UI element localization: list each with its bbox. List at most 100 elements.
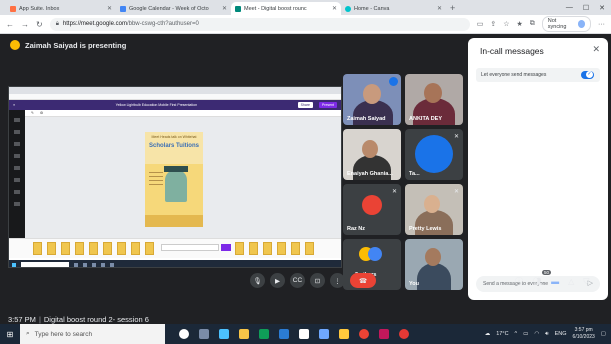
- participant-name: Raz Nz: [347, 226, 366, 232]
- participant-tile[interactable]: Zaimah Saiyad: [343, 74, 401, 125]
- chevron-up-icon[interactable]: ^: [515, 331, 518, 337]
- collections-icon[interactable]: ⧉: [530, 20, 535, 28]
- call-controls: 🎙︎ ▶ CC ⊡ ⋮ ☎: [250, 273, 376, 288]
- participant-tile[interactable]: Enaiyah Ghania...: [343, 129, 401, 180]
- back-icon[interactable]: ←: [6, 20, 14, 29]
- tab-meet[interactable]: Meet - Digital boost rounc ✕: [231, 2, 341, 15]
- meet-icon: [235, 5, 241, 12]
- more-menu-icon[interactable]: ···: [598, 21, 605, 28]
- edge-icon[interactable]: [219, 329, 229, 339]
- close-icon[interactable]: ✕: [332, 5, 337, 12]
- wifi-icon[interactable]: ◠: [534, 331, 539, 337]
- address-bar-row: ← → ↻ 🔒︎ https://meet.google.com/bbw-csw…: [0, 15, 611, 34]
- close-window-icon[interactable]: ✕: [599, 4, 605, 12]
- url-path: /bbw-cswg-cth?authuser=0: [126, 21, 199, 27]
- chrome-icon[interactable]: [359, 329, 369, 339]
- favorites-icon[interactable]: ★: [516, 20, 522, 28]
- lock-icon: 🔒︎: [55, 20, 59, 27]
- meeting-side-controls: ⓘ 👥︎ ▬ △ ⛉: [515, 276, 589, 287]
- end-call-button[interactable]: ☎: [350, 273, 376, 288]
- task-view-icon[interactable]: [199, 329, 209, 339]
- participant-avatar: [368, 247, 382, 261]
- clock[interactable]: 3:57 pm 6/10/2023: [573, 327, 595, 341]
- taskbar-apps: [179, 329, 409, 339]
- design-poster: Meet Heads talk on Whitehat Scholars Tui…: [145, 132, 203, 227]
- close-icon[interactable]: ✕: [107, 5, 112, 12]
- tab-calendar[interactable]: Google Calendar - Week of Octo ✕: [116, 2, 231, 15]
- canva-doc-title: Yellow Lightbulb Education Mobile First …: [115, 103, 198, 107]
- poster-subtitle: Meet Heads talk on Whitehat: [151, 135, 197, 139]
- mail-icon[interactable]: [279, 329, 289, 339]
- photos-icon[interactable]: [259, 329, 269, 339]
- tab-label: App Suite. Inbox: [19, 5, 60, 12]
- participant-tile[interactable]: ✕ Raz Nz: [343, 184, 401, 235]
- close-icon[interactable]: ✕: [592, 44, 600, 55]
- chat-icon[interactable]: ▬: [551, 277, 559, 286]
- tab-canva[interactable]: Home - Canva ✕: [341, 2, 446, 15]
- file-explorer-icon[interactable]: [239, 329, 249, 339]
- reload-icon[interactable]: ↻: [36, 20, 43, 29]
- participant-tile[interactable]: ✕ Pretty Lewis: [405, 184, 463, 235]
- participant-tile[interactable]: You: [405, 239, 463, 290]
- camera-icon[interactable]: ▭: [477, 20, 484, 28]
- meeting-time: 3:57 PM: [8, 315, 36, 324]
- tab-inbox[interactable]: App Suite. Inbox ✕: [6, 2, 116, 15]
- window-controls: — ☐ ✕: [566, 4, 611, 12]
- mic-muted-icon: ✕: [453, 189, 459, 195]
- canva-side-panel: [9, 110, 25, 238]
- setting-label: Let everyone send messages: [481, 72, 547, 78]
- shared-screen: ≡ Yellow Lightbulb Education Mobile Firs…: [8, 86, 342, 268]
- lock-host-icon[interactable]: ⛉: [583, 277, 589, 287]
- info-icon[interactable]: ⓘ: [515, 276, 523, 287]
- toolbar-icons: ▭ ⇪ ☆ ★ ⧉ Not syncing ···: [477, 16, 605, 32]
- participant-name: Ta...: [409, 171, 420, 177]
- mic-muted-icon: ✕: [391, 189, 397, 195]
- url-field[interactable]: 🔒︎ https://meet.google.com/bbw-cswg-cth?…: [49, 17, 470, 31]
- captions-icon[interactable]: CC: [290, 273, 305, 288]
- taskbar-search-field[interactable]: ⌕ Type here to search: [20, 324, 165, 344]
- store-icon[interactable]: [299, 329, 309, 339]
- mic-icon[interactable]: 🎙︎: [250, 273, 265, 288]
- taskbar-search-placeholder: Type here to search: [34, 330, 93, 338]
- people-icon[interactable]: 👥︎: [532, 277, 542, 286]
- participant-tile[interactable]: ANKITA DEY: [405, 74, 463, 125]
- zoom-icon[interactable]: [339, 329, 349, 339]
- forward-icon[interactable]: →: [21, 20, 29, 29]
- calendar-icon: [120, 5, 126, 12]
- more-options-icon[interactable]: ⋮: [330, 273, 345, 288]
- tab-label: Home - Canva: [354, 5, 390, 12]
- participant-avatar: [362, 195, 382, 215]
- presentation-icon: [10, 40, 20, 50]
- maximize-icon[interactable]: ☐: [583, 4, 589, 12]
- send-messages-toggle[interactable]: [581, 71, 594, 79]
- settings-icon[interactable]: [319, 329, 329, 339]
- app-icon[interactable]: [399, 329, 409, 339]
- weather-icon[interactable]: ☁: [485, 331, 491, 337]
- share-icon[interactable]: ⇪: [490, 20, 496, 28]
- temperature: 17°C: [496, 331, 509, 337]
- participant-name: Zaimah Saiyad: [347, 116, 386, 122]
- volume-icon[interactable]: 🔊︎: [545, 331, 548, 338]
- present-icon[interactable]: ⊡: [310, 273, 325, 288]
- graduation-cap-illustration: [164, 166, 188, 172]
- close-icon[interactable]: ✕: [437, 5, 442, 12]
- notifications-icon[interactable]: ▢: [601, 331, 606, 337]
- bookmark-star-icon[interactable]: ☆: [503, 20, 509, 28]
- photoshop-icon[interactable]: [379, 329, 389, 339]
- tab-label: Meet - Digital boost rounc: [244, 5, 307, 12]
- sync-button[interactable]: Not syncing: [541, 16, 591, 32]
- canva-share-button: Share: [297, 102, 313, 108]
- camera-icon[interactable]: ▶: [270, 273, 285, 288]
- cortana-icon[interactable]: [179, 329, 189, 339]
- tab-label: Google Calendar - Week of Octo: [129, 5, 209, 12]
- language-indicator[interactable]: ENG: [555, 331, 567, 337]
- close-icon[interactable]: ✕: [222, 5, 227, 12]
- battery-icon[interactable]: ▭: [523, 331, 528, 337]
- presenter-text: Zaimah Saiyad is presenting: [25, 40, 127, 50]
- new-tab-button[interactable]: +: [450, 3, 455, 13]
- participant-tile[interactable]: ✕ Ta...: [405, 129, 463, 180]
- minimize-icon[interactable]: —: [566, 4, 573, 12]
- windows-start-icon[interactable]: ⊞: [0, 330, 20, 339]
- activities-icon[interactable]: △: [568, 277, 574, 286]
- canva-home-link: ≡: [13, 103, 16, 107]
